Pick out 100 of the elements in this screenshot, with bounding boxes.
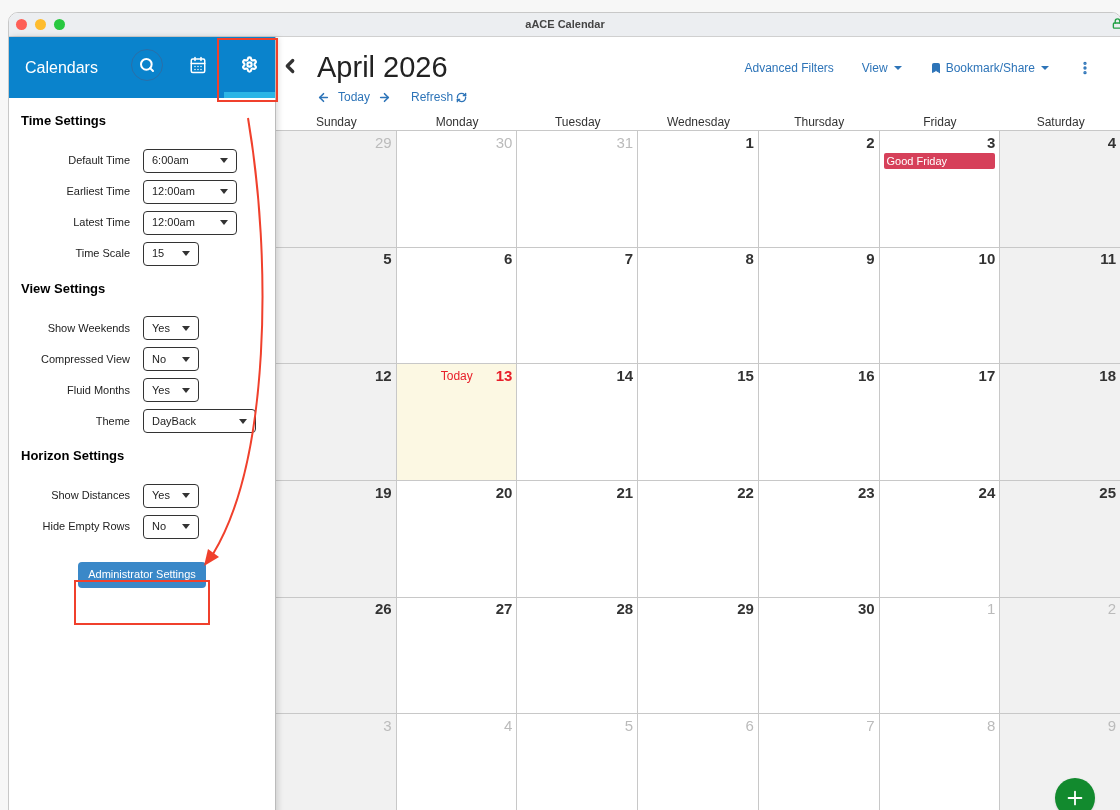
day-cell[interactable]: 22 [638, 481, 759, 598]
day-number: 27 [495, 599, 513, 620]
weekday-header: Saturday [1035, 114, 1086, 130]
day-number: 6 [745, 716, 754, 737]
setting-select[interactable]: Yes [143, 483, 199, 508]
setting-label: Hide Empty Rows [41, 519, 130, 535]
calendar-event[interactable]: Good Friday [883, 153, 996, 169]
month-title: April 2026 [317, 50, 449, 85]
day-number: 9 [866, 249, 875, 270]
view-dropdown[interactable]: View [861, 59, 902, 77]
setting-label: Show Distances [50, 488, 130, 504]
day-number: 18 [1099, 366, 1116, 387]
day-number: 8 [745, 249, 754, 270]
day-number: 17 [978, 366, 996, 387]
day-number: 12 [375, 366, 392, 387]
day-cell[interactable]: 23 [758, 481, 880, 598]
day-cell[interactable]: Today 13 [396, 364, 518, 481]
day-number: 25 [1099, 482, 1116, 503]
day-number: 28 [616, 599, 634, 620]
day-number: 29 [737, 599, 754, 620]
weekday-header: Sunday [315, 114, 358, 130]
day-number: 30 [857, 599, 875, 620]
setting-label: Theme [94, 413, 130, 429]
day-cell[interactable]: 10 [879, 247, 1001, 365]
day-cell[interactable]: 30 [758, 597, 880, 715]
sidebar-title: Calendars [25, 57, 99, 78]
setting-select[interactable]: 12:00am [143, 210, 237, 235]
admin-settings-button[interactable]: Administrator Settings [78, 561, 206, 588]
day-cell[interactable]: 9 [758, 247, 880, 365]
weekday-header: Thursday [793, 114, 846, 130]
refresh-link[interactable]: Refresh [411, 88, 454, 106]
setting-select[interactable]: No [143, 347, 199, 371]
day-number: 7 [866, 716, 875, 737]
weekday-header: Friday [922, 114, 958, 130]
day-number: 6 [504, 249, 513, 270]
day-cell[interactable]: 1 [638, 131, 759, 248]
day-number: 3 [986, 132, 996, 153]
day-number: 19 [375, 482, 392, 503]
setting-label: Compressed View [39, 351, 130, 367]
day-number: 21 [616, 482, 634, 503]
setting-label: Default Time [67, 153, 130, 169]
section-heading: Time Settings [21, 112, 107, 130]
setting-label: Show Weekends [46, 320, 130, 336]
day-number: 30 [495, 132, 513, 153]
setting-select[interactable]: 12:00am [143, 179, 237, 204]
day-number: 10 [978, 249, 996, 270]
day-cell[interactable]: 2 [758, 131, 880, 248]
day-cell[interactable]: 20 [396, 481, 518, 598]
day-number: 4 [504, 716, 513, 737]
day-cell[interactable]: 7 [517, 247, 639, 365]
setting-select[interactable]: Yes [143, 378, 199, 402]
day-cell[interactable]: 21 [517, 481, 639, 598]
day-cell[interactable]: 12 [276, 364, 397, 481]
day-number: 5 [383, 249, 392, 270]
day-number: 1 [986, 599, 996, 620]
setting-select[interactable]: 15 [143, 241, 199, 266]
day-cell[interactable]: 5 [276, 247, 397, 365]
day-cell[interactable]: 24 [879, 481, 1001, 598]
weekday-header: Monday [434, 114, 480, 130]
setting-label: Latest Time [72, 215, 130, 231]
setting-label: Earliest Time [65, 184, 130, 200]
day-number: 1 [745, 132, 754, 153]
day-cell[interactable]: 14 [517, 364, 639, 481]
day-number: 20 [495, 482, 513, 503]
bookmark-share-dropdown[interactable]: Bookmark/Share [929, 59, 1049, 77]
section-heading: Horizon Settings [21, 447, 126, 465]
day-number: 22 [737, 482, 754, 503]
day-cell[interactable]: 19 [276, 481, 397, 598]
day-cell[interactable]: 15 [638, 364, 759, 481]
day-cell[interactable]: 28 [517, 597, 639, 715]
day-cell[interactable]: 4 [1000, 131, 1120, 248]
day-cell[interactable]: 17 [879, 364, 1001, 481]
day-cell[interactable]: 27 [396, 597, 518, 715]
setting-select[interactable]: No [143, 514, 199, 539]
setting-label: Fluid Months [66, 382, 130, 398]
setting-select[interactable]: Yes [143, 316, 199, 340]
day-number: 11 [1100, 249, 1116, 270]
weekday-header: Wednesday [665, 114, 732, 130]
day-cell[interactable]: 29 [638, 597, 759, 715]
today-link[interactable]: Today [338, 88, 371, 106]
day-cell[interactable]: 11 [1000, 247, 1120, 365]
day-cell[interactable]: 26 [276, 597, 397, 715]
day-number: 5 [624, 716, 634, 737]
day-number: 24 [978, 482, 996, 503]
day-cell[interactable]: 18 [1000, 364, 1120, 481]
day-cell[interactable]: 16 [758, 364, 880, 481]
day-number: 16 [857, 366, 875, 387]
day-cell[interactable]: 25 [1000, 481, 1120, 598]
day-number: 8 [986, 716, 996, 737]
day-cell[interactable]: 3 Good Friday [879, 131, 1001, 248]
day-cell[interactable]: 6 [396, 247, 518, 365]
setting-select[interactable]: 6:00am [143, 148, 237, 173]
day-cell[interactable]: 8 [638, 247, 759, 365]
filters-link[interactable]: Advanced Filters [744, 59, 834, 77]
day-number: 14 [616, 366, 634, 387]
day-number: 2 [866, 132, 875, 153]
today-label: Today [440, 368, 473, 386]
weekday-header: Tuesday [554, 114, 602, 130]
setting-select[interactable]: DayBack [143, 409, 256, 433]
setting-label: Time Scale [74, 246, 130, 262]
